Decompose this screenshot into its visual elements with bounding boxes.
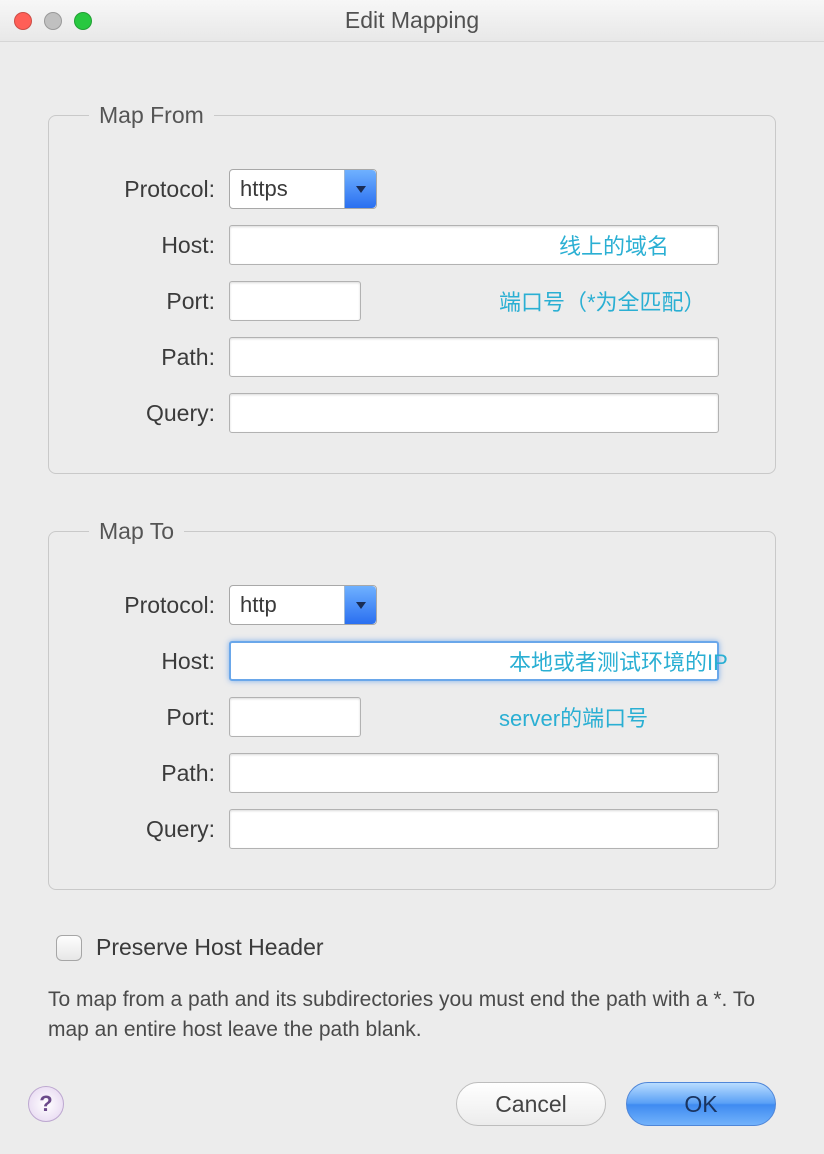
map-to-legend: Map To (89, 518, 184, 545)
ok-button[interactable]: OK (626, 1082, 776, 1126)
preserve-host-row: Preserve Host Header (56, 934, 776, 961)
ok-button-label: OK (684, 1091, 717, 1118)
map-from-query-input[interactable] (229, 393, 719, 433)
map-to-query-label: Query: (79, 816, 229, 843)
map-to-protocol-label: Protocol: (79, 592, 229, 619)
window-title: Edit Mapping (0, 7, 824, 34)
map-to-group: Map To Protocol: http Host: 本地或者测试环境的IP … (48, 518, 776, 890)
help-icon: ? (39, 1091, 52, 1117)
map-from-port-label: Port: (79, 288, 229, 315)
map-from-protocol-value: https (230, 176, 344, 202)
map-from-host-input[interactable] (229, 225, 719, 265)
dialog-footer: ? Cancel OK (0, 1082, 824, 1126)
help-text: To map from a path and its subdirectorie… (48, 985, 768, 1046)
cancel-button[interactable]: Cancel (456, 1082, 606, 1126)
map-from-path-input[interactable] (229, 337, 719, 377)
titlebar: Edit Mapping (0, 0, 824, 42)
dropdown-arrow-icon (344, 586, 376, 624)
cancel-button-label: Cancel (495, 1091, 567, 1118)
map-from-port-input[interactable] (229, 281, 361, 321)
map-to-port-label: Port: (79, 704, 229, 731)
dialog-content: Map From Protocol: https Host: 线上的域名 Por… (0, 42, 824, 1070)
map-from-protocol-select[interactable]: https (229, 169, 377, 209)
map-to-protocol-value: http (230, 592, 344, 618)
map-to-host-input[interactable] (229, 641, 719, 681)
map-from-query-label: Query: (79, 400, 229, 427)
map-to-port-input[interactable] (229, 697, 361, 737)
help-button[interactable]: ? (28, 1086, 64, 1122)
preserve-host-label: Preserve Host Header (96, 934, 324, 961)
map-to-port-annotation: server的端口号 (499, 701, 648, 733)
map-to-host-label: Host: (79, 648, 229, 675)
dropdown-arrow-icon (344, 170, 376, 208)
map-from-path-label: Path: (79, 344, 229, 371)
map-from-protocol-label: Protocol: (79, 176, 229, 203)
map-to-protocol-select[interactable]: http (229, 585, 377, 625)
map-to-query-input[interactable] (229, 809, 719, 849)
preserve-host-checkbox[interactable] (56, 935, 82, 961)
map-to-path-label: Path: (79, 760, 229, 787)
map-from-legend: Map From (89, 102, 214, 129)
map-to-path-input[interactable] (229, 753, 719, 793)
map-from-group: Map From Protocol: https Host: 线上的域名 Por… (48, 102, 776, 474)
map-from-host-label: Host: (79, 232, 229, 259)
map-from-port-annotation: 端口号（*为全匹配） (499, 285, 706, 317)
